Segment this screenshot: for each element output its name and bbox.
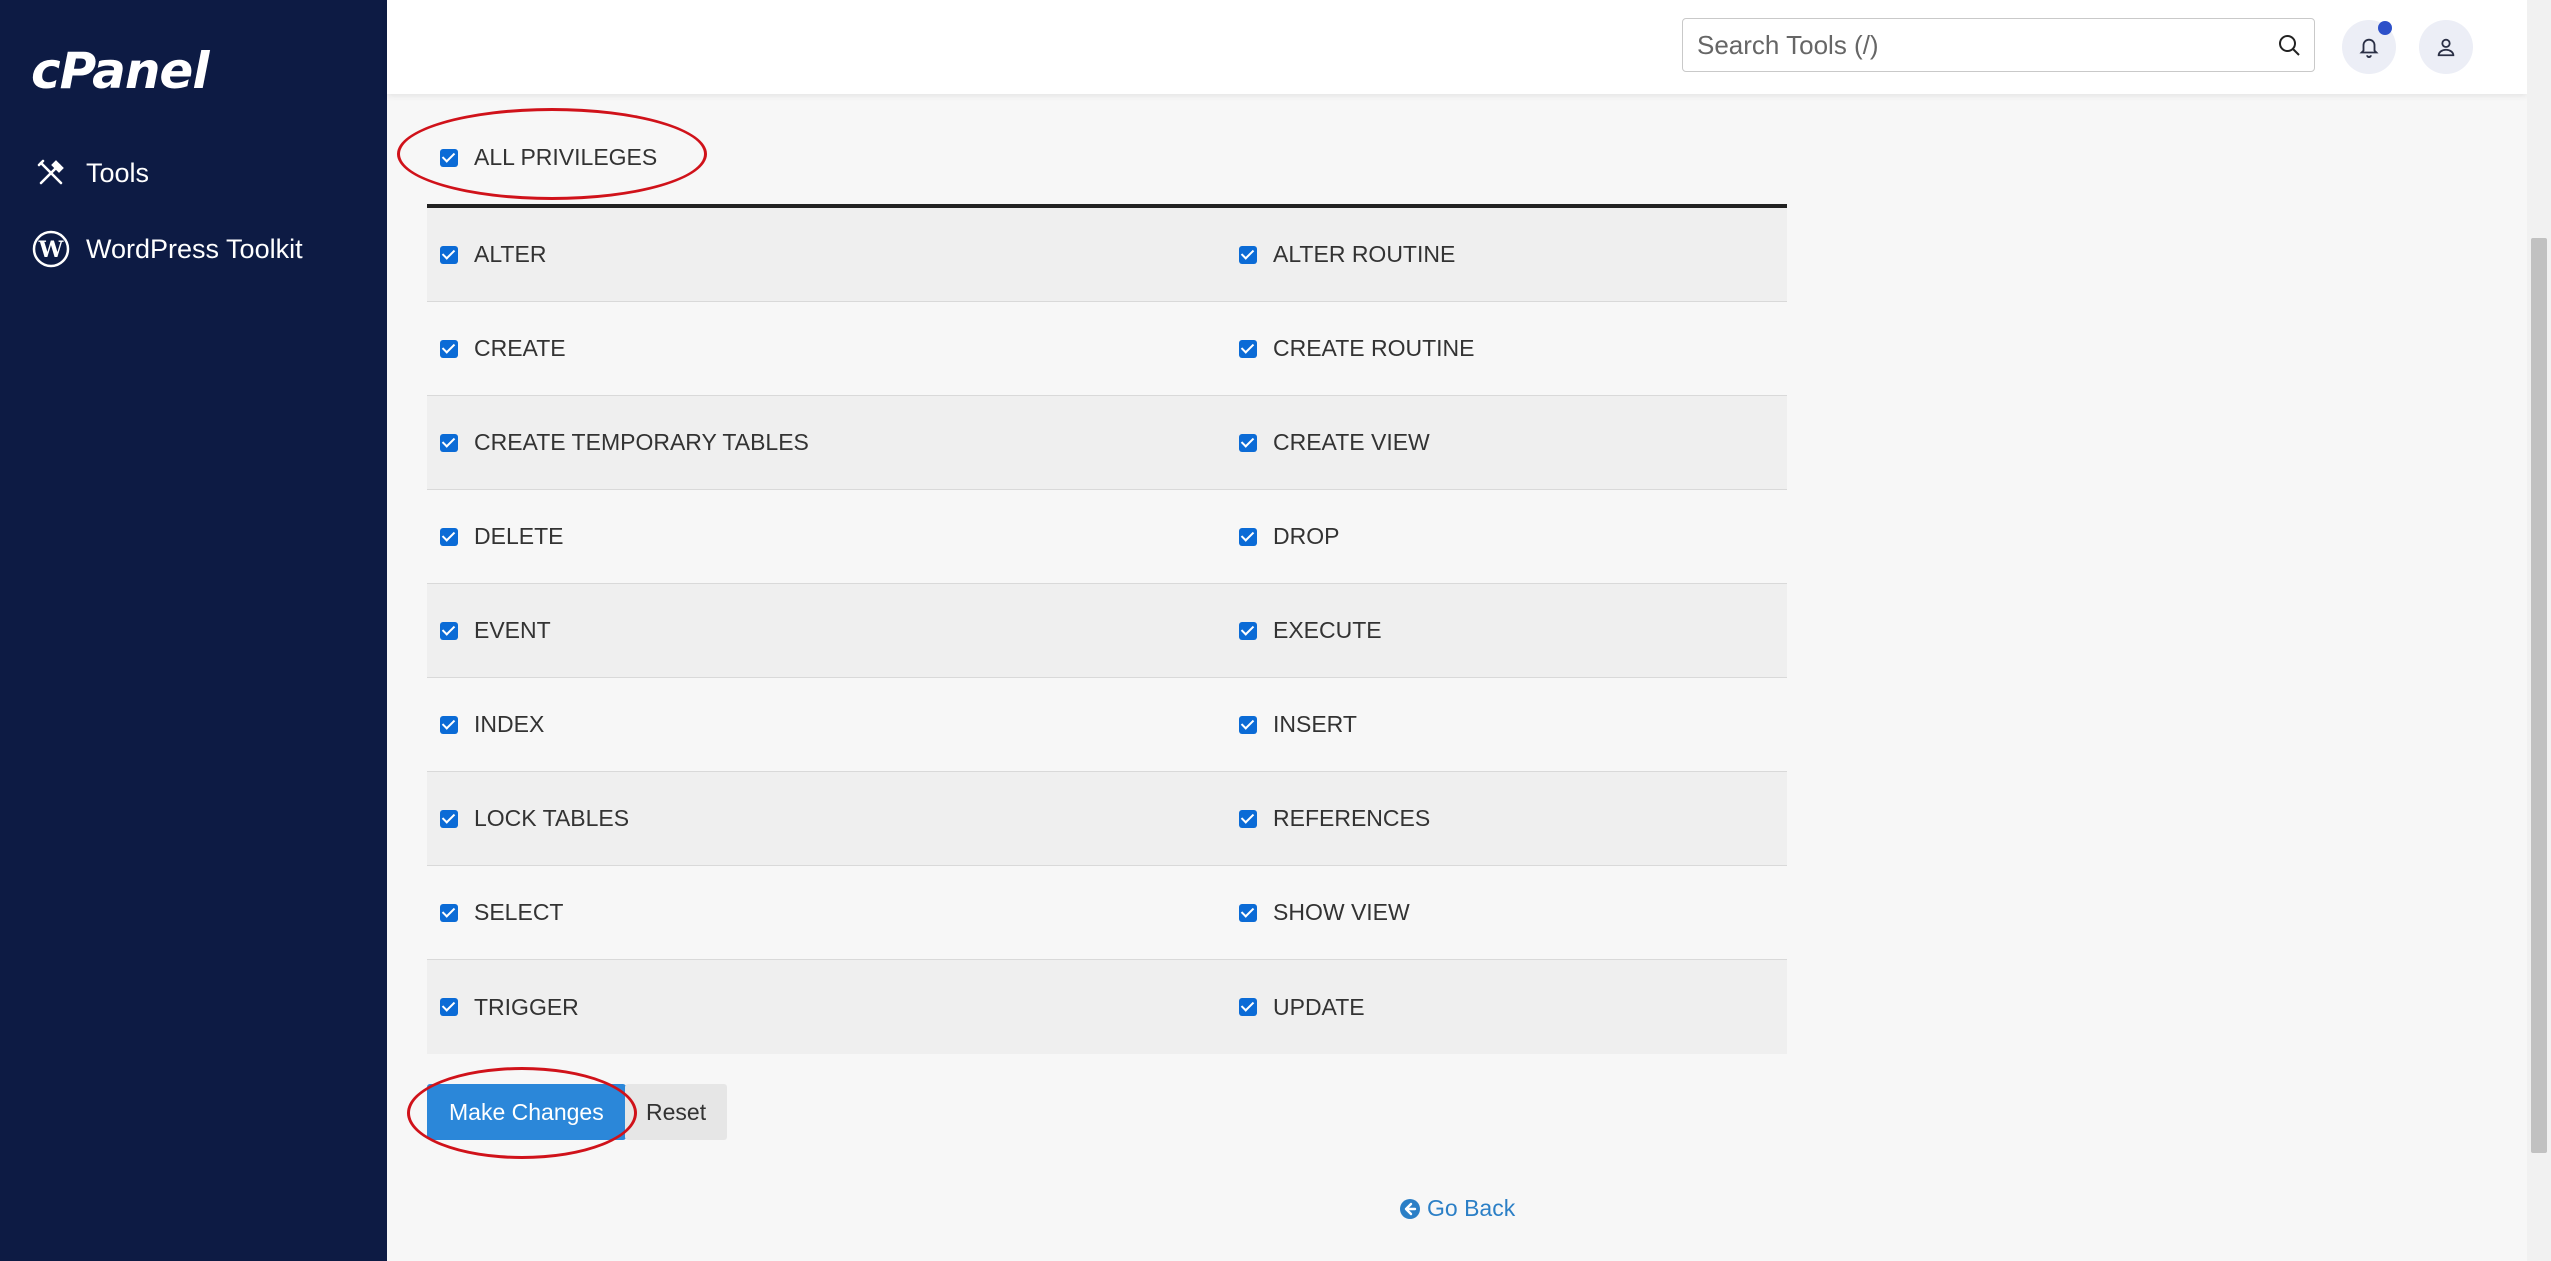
privilege-label: REFERENCES	[1273, 805, 1431, 831]
privilege-label: UPDATE	[1273, 993, 1365, 1020]
cpanel-app: cPanel Tools W WordPress Toolkit Search …	[0, 0, 2551, 1261]
sidebar-item-tools[interactable]: Tools	[32, 148, 149, 198]
privilege-option[interactable]: DELETE	[427, 523, 1239, 550]
privilege-checkbox[interactable]	[1239, 715, 1257, 734]
privilege-row: LOCK TABLES REFERENCES	[427, 772, 1787, 866]
page-scrollbar[interactable]	[2527, 0, 2551, 1261]
privilege-option[interactable]: UPDATE	[1239, 994, 1365, 1021]
privilege-option[interactable]: CREATE TEMPORARY TABLES	[427, 429, 1239, 456]
privilege-checkbox[interactable]	[1239, 339, 1257, 358]
privilege-label: DELETE	[474, 523, 564, 549]
privilege-checkbox[interactable]	[1239, 998, 1257, 1016]
privilege-checkbox[interactable]	[440, 433, 458, 452]
top-header	[387, 0, 2527, 94]
svg-text:W: W	[38, 237, 64, 263]
privilege-label: EVENT	[474, 617, 551, 643]
go-back-label: Go Back	[1427, 1195, 1516, 1221]
privilege-row: CREATE CREATE ROUTINE	[427, 302, 1787, 396]
privilege-option[interactable]: INDEX	[427, 711, 1239, 738]
privilege-row: CREATE TEMPORARY TABLES CREATE VIEW	[427, 396, 1787, 490]
wordpress-icon: W	[32, 230, 70, 268]
privilege-label: CREATE ROUTINE	[1273, 335, 1475, 361]
privilege-label: INSERT	[1273, 711, 1357, 737]
privilege-option[interactable]: REFERENCES	[1239, 805, 1430, 832]
privilege-option[interactable]: CREATE	[427, 335, 1239, 362]
privilege-option[interactable]: LOCK TABLES	[427, 805, 1239, 832]
privilege-checkbox[interactable]	[440, 527, 458, 546]
make-changes-button[interactable]: Make Changes	[427, 1084, 626, 1140]
privilege-label: CREATE TEMPORARY TABLES	[474, 429, 809, 455]
privilege-option[interactable]: SHOW VIEW	[1239, 899, 1410, 926]
privilege-checkbox[interactable]	[1239, 621, 1257, 640]
privilege-option[interactable]: ALTER	[427, 241, 1239, 268]
privilege-checkbox[interactable]	[440, 998, 458, 1016]
privilege-option[interactable]: INSERT	[1239, 711, 1357, 738]
privilege-label: LOCK TABLES	[474, 805, 630, 831]
search-icon[interactable]	[2264, 33, 2314, 57]
privilege-row: ALTER ALTER ROUTINE	[427, 208, 1787, 302]
privilege-checkbox[interactable]	[1239, 245, 1257, 264]
privilege-checkbox[interactable]	[440, 245, 458, 264]
scrollbar-thumb[interactable]	[2531, 238, 2547, 1153]
privilege-label: SHOW VIEW	[1273, 899, 1410, 925]
privilege-checkbox[interactable]	[440, 621, 458, 640]
privilege-option[interactable]: CREATE ROUTINE	[1239, 335, 1474, 362]
sidebar-item-wordpress-toolkit[interactable]: W WordPress Toolkit	[32, 224, 303, 274]
privilege-checkbox[interactable]	[440, 339, 458, 358]
search-box	[1682, 18, 2315, 72]
privilege-option[interactable]: EXECUTE	[1239, 617, 1382, 644]
privilege-row: SELECT SHOW VIEW	[427, 866, 1787, 960]
privileges-table: ALTER ALTER ROUTINE CREATE CREATE ROUTINE CR…	[427, 204, 1787, 1054]
user-menu-button[interactable]	[2419, 20, 2473, 74]
sidebar-item-label: Tools	[86, 157, 150, 188]
privilege-label: ALTER ROUTINE	[1273, 241, 1456, 267]
sidebar: cPanel Tools W WordPress Toolkit	[0, 0, 387, 1261]
user-icon	[2437, 38, 2455, 57]
all-privileges-label: ALL PRIVILEGES	[474, 144, 658, 170]
privilege-option[interactable]: DROP	[1239, 523, 1339, 550]
privilege-checkbox[interactable]	[1239, 809, 1257, 828]
privilege-option[interactable]: EVENT	[427, 617, 1239, 644]
privilege-option[interactable]: TRIGGER	[427, 994, 1239, 1021]
privilege-checkbox[interactable]	[440, 715, 458, 734]
all-privileges-checkbox[interactable]	[440, 148, 458, 167]
reset-button[interactable]: Reset	[625, 1084, 728, 1140]
privilege-checkbox[interactable]	[1239, 433, 1257, 452]
notification-badge	[2378, 21, 2392, 35]
privilege-label: TRIGGER	[474, 993, 579, 1020]
privilege-row: DELETE DROP	[427, 490, 1787, 584]
privilege-checkbox[interactable]	[1239, 903, 1257, 922]
privilege-row: TRIGGER UPDATE	[427, 960, 1787, 1054]
sidebar-item-label: WordPress Toolkit	[86, 233, 303, 264]
privilege-checkbox[interactable]	[1239, 527, 1257, 546]
privilege-row: INDEX INSERT	[427, 678, 1787, 772]
privilege-checkbox[interactable]	[440, 903, 458, 922]
privilege-option[interactable]: ALTER ROUTINE	[1239, 241, 1455, 268]
privilege-label: CREATE	[474, 335, 566, 361]
go-back-link[interactable]: Go Back	[1399, 1195, 1515, 1222]
main-content: ALL PRIVILEGES ALTER ALTER ROUTINE CREATE C…	[387, 94, 2527, 1261]
privilege-label: DROP	[1273, 523, 1340, 549]
privilege-label: SELECT	[474, 899, 564, 925]
cpanel-logo[interactable]: cPanel	[31, 42, 209, 100]
tools-icon	[32, 154, 70, 192]
privilege-option[interactable]: SELECT	[427, 899, 1239, 926]
privilege-checkbox[interactable]	[440, 809, 458, 828]
privilege-label: INDEX	[474, 711, 545, 737]
arrow-left-circle-icon	[1399, 1198, 1421, 1220]
search-input[interactable]	[1683, 19, 2264, 71]
privilege-label: ALTER	[474, 241, 547, 267]
notifications-button[interactable]	[2342, 20, 2396, 74]
privilege-option[interactable]: CREATE VIEW	[1239, 429, 1430, 456]
all-privileges-option[interactable]: ALL PRIVILEGES	[440, 144, 657, 171]
privilege-label: EXECUTE	[1273, 617, 1382, 643]
bell-icon	[2359, 38, 2379, 58]
privilege-label: CREATE VIEW	[1273, 429, 1430, 455]
privilege-row: EVENT EXECUTE	[427, 584, 1787, 678]
